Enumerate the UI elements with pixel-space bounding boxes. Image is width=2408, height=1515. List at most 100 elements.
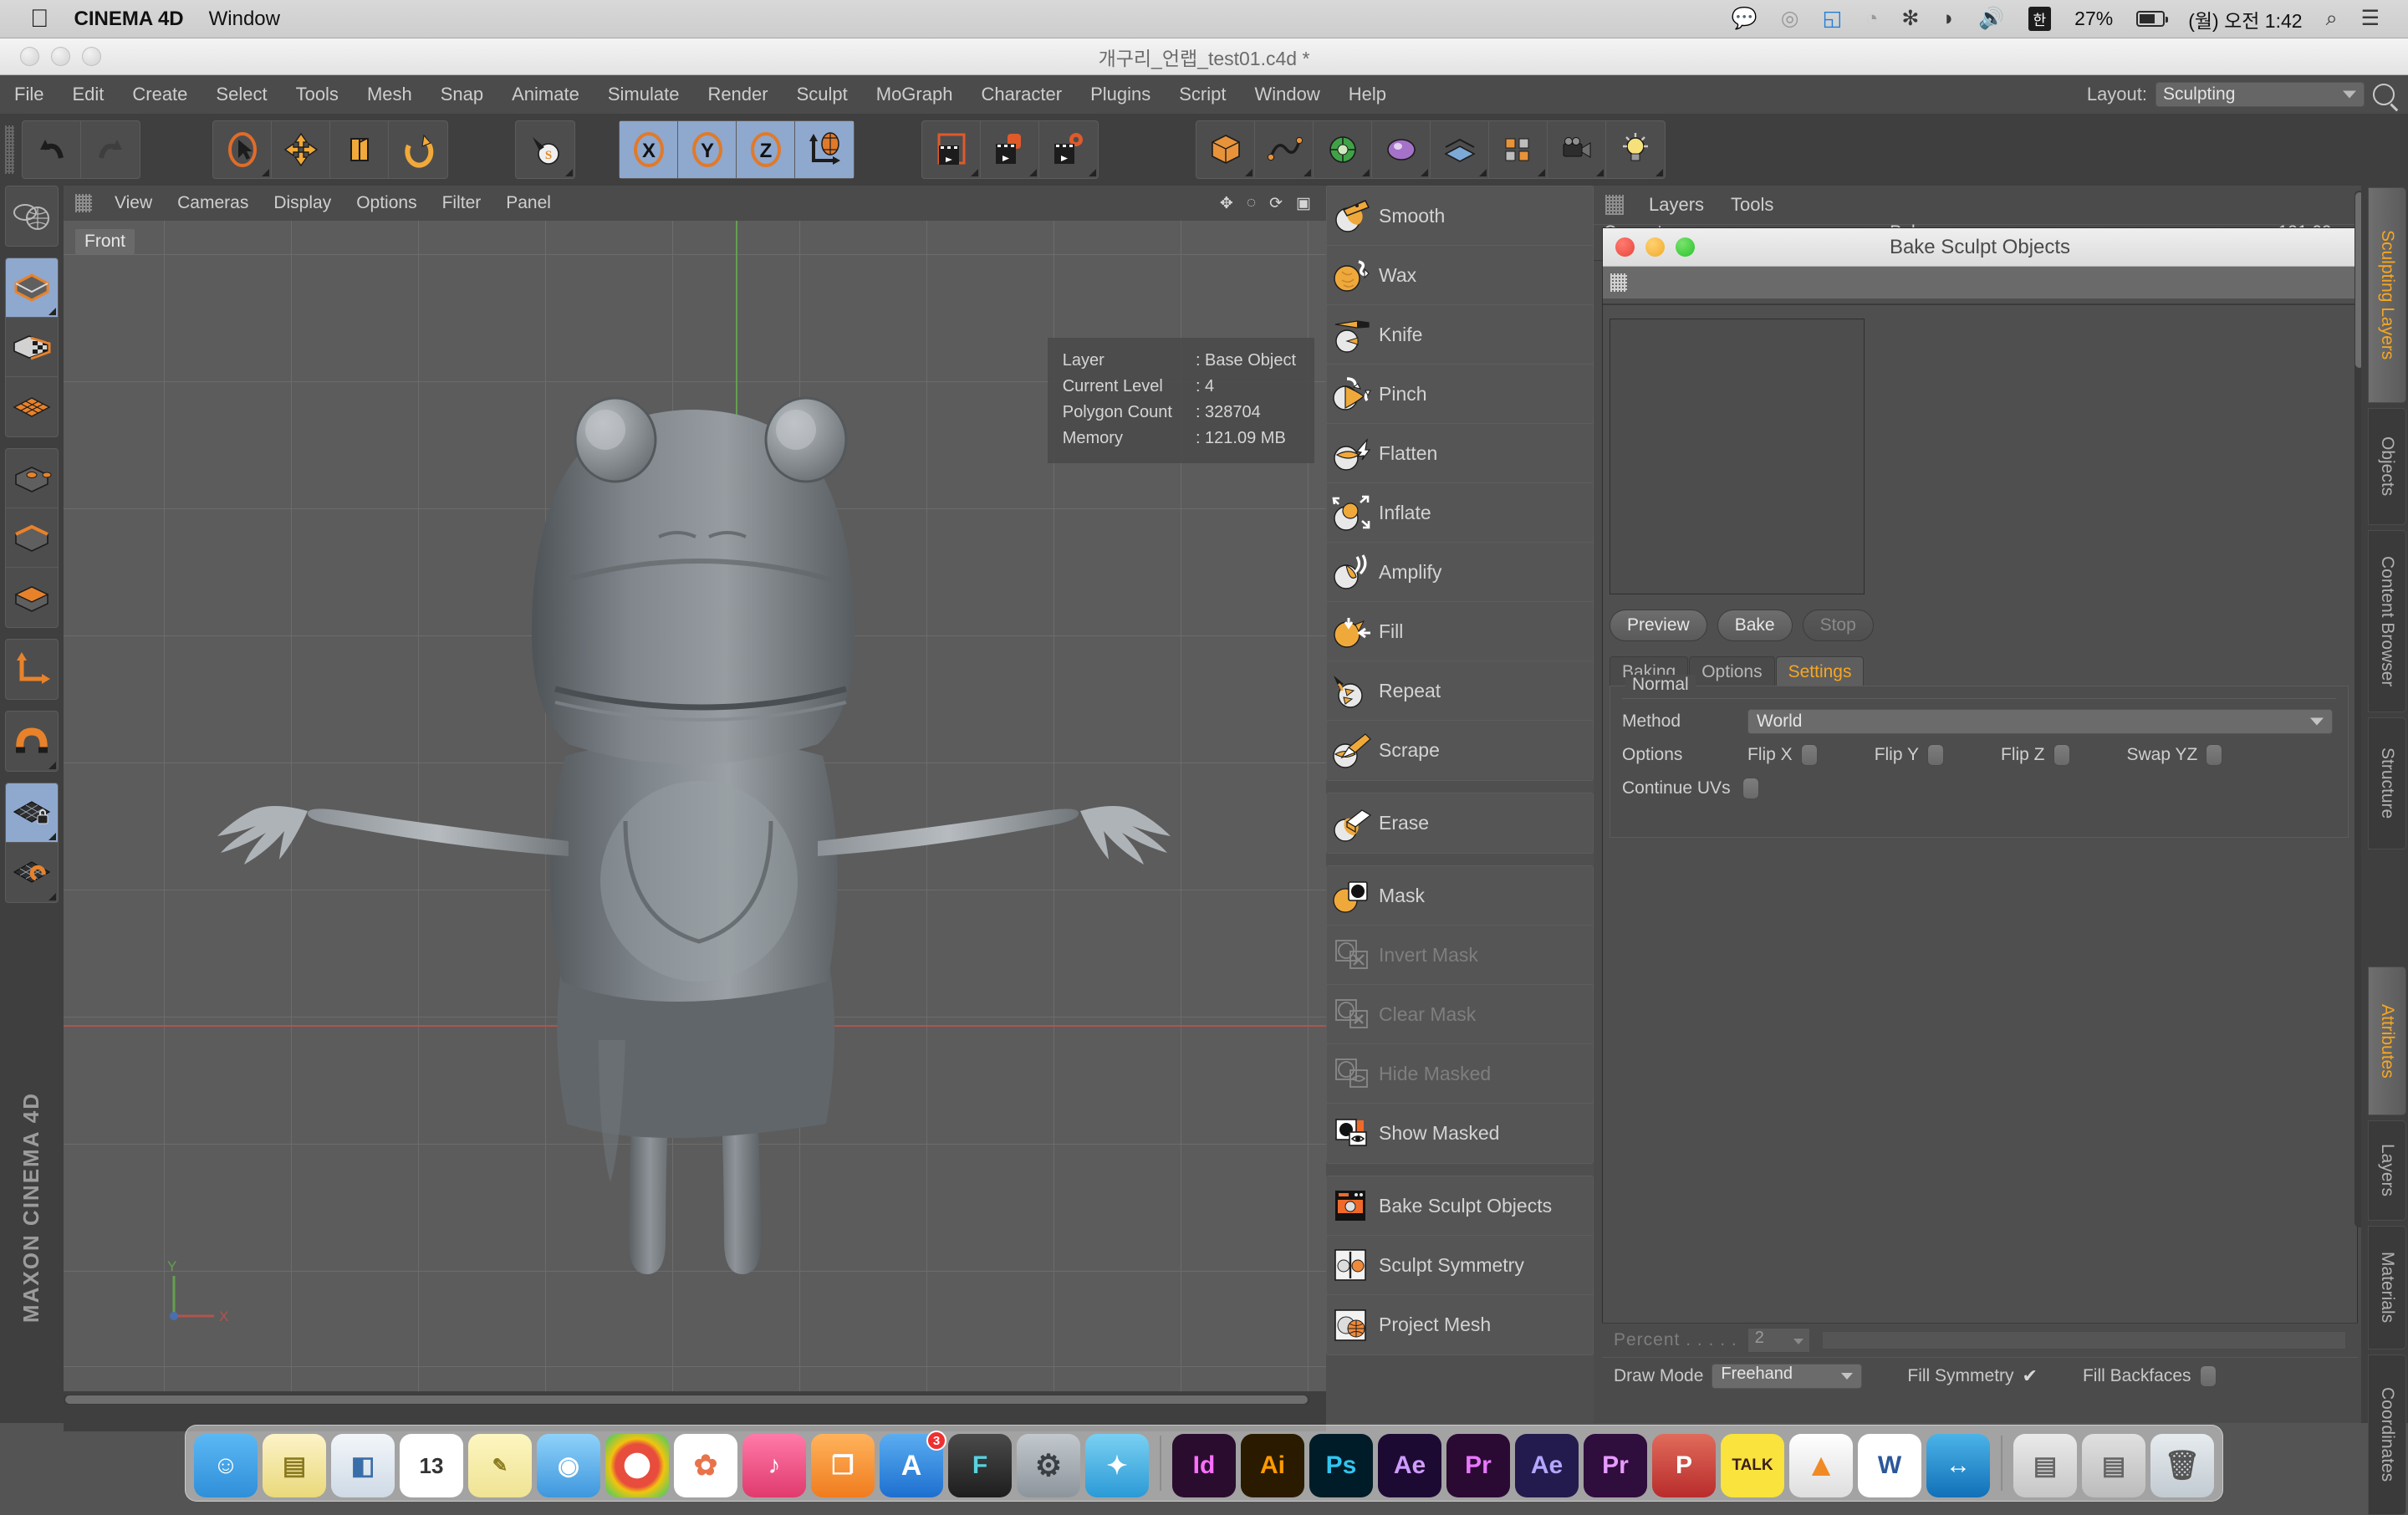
sculpt-tool-erase[interactable]: Erase — [1327, 793, 1593, 853]
viewport-menu-filter[interactable]: Filter — [430, 193, 494, 213]
dock-item-cleanmymac[interactable]: ✦ — [1085, 1434, 1149, 1497]
array-icon[interactable] — [1489, 121, 1548, 178]
sculpt-tool-sculpt-symmetry[interactable]: Sculpt Symmetry — [1327, 1236, 1593, 1295]
draw-mode-dropdown[interactable]: Freehand — [1712, 1364, 1862, 1389]
edge-tab-structure[interactable]: Structure — [2368, 717, 2406, 849]
edge-mode-icon[interactable] — [6, 508, 58, 568]
rotate-view-icon[interactable]: ⟳ — [1269, 194, 1283, 213]
dock-item-cinema4d[interactable]: P — [1652, 1434, 1716, 1497]
light-icon[interactable] — [1606, 121, 1665, 178]
dock-item-aftereffects[interactable]: Ae — [1378, 1434, 1441, 1497]
dock-item-aftereffects-cc[interactable]: Ae — [1515, 1434, 1579, 1497]
tab-options[interactable]: Options — [1689, 656, 1774, 686]
viewport-3d[interactable]: Front Layer : Base Object Current Level … — [64, 221, 1326, 1391]
undo-icon[interactable] — [23, 121, 81, 178]
toolbar-grip[interactable] — [5, 125, 14, 174]
dock-item-notes[interactable]: ▤ — [263, 1434, 326, 1497]
sculpt-tool-inflate[interactable]: Inflate — [1327, 483, 1593, 543]
sculpt-tool-pinch[interactable]: Pinch — [1327, 365, 1593, 424]
menu-tools[interactable]: Tools — [282, 75, 353, 114]
dock-item-trash[interactable]: 🗑 — [2150, 1434, 2214, 1497]
option-flip-y[interactable]: Flip Y — [1875, 744, 1944, 766]
sculpt-tool-amplify[interactable]: Amplify — [1327, 543, 1593, 602]
notification-center-icon[interactable]: ☰ — [2361, 8, 2380, 29]
option-flip-z[interactable]: Flip Z — [2001, 744, 2070, 766]
sculpt-tool-invert-mask[interactable]: Invert Mask — [1327, 926, 1593, 985]
sculpt-tool-repeat[interactable]: Repeat — [1327, 661, 1593, 721]
model-mode-icon[interactable] — [6, 258, 58, 318]
dock-item-word[interactable]: W — [1858, 1434, 1921, 1497]
axis-z-icon[interactable]: Z — [737, 121, 795, 178]
time-machine-icon[interactable]: ◔ — [1865, 8, 1878, 29]
menu-file[interactable]: File — [0, 75, 58, 114]
sculpt-tool-show-masked[interactable]: Show Masked — [1327, 1104, 1593, 1163]
move-view-icon[interactable]: ✥ — [1220, 194, 1233, 213]
live-selection-icon[interactable] — [213, 121, 272, 178]
sculpt-tool-flatten[interactable]: Flatten — [1327, 424, 1593, 483]
continue-uvs-checkbox[interactable] — [1742, 778, 1759, 799]
grip-icon[interactable] — [75, 194, 92, 212]
edge-tab-objects[interactable]: Objects — [2368, 408, 2406, 525]
dock-item-vlc[interactable]: ▲ — [1789, 1434, 1853, 1497]
menu-script[interactable]: Script — [1165, 75, 1240, 114]
menu-select[interactable]: Select — [202, 75, 281, 114]
dock-item-finder[interactable]: ☺ — [194, 1434, 258, 1497]
dock-item-premiere-cc[interactable]: Pr — [1584, 1434, 1647, 1497]
texture-mode-icon[interactable] — [6, 318, 58, 377]
dock-item-premiere[interactable]: Pr — [1446, 1434, 1510, 1497]
edge-tab-materials[interactable]: Materials — [2368, 1226, 2406, 1349]
app-name-menu[interactable]: CINEMA 4D — [74, 8, 184, 31]
dock-item-teamviewer[interactable]: ↔ — [1926, 1434, 1990, 1497]
option-flip-x[interactable]: Flip X — [1747, 744, 1818, 766]
bluetooth-icon[interactable]: ✻ — [1901, 8, 1919, 29]
viewport-menu-options[interactable]: Options — [344, 193, 429, 213]
camera-icon[interactable] — [1548, 121, 1606, 178]
creative-cloud-icon[interactable]: ◎ — [1781, 8, 1799, 29]
grip-icon[interactable] — [1605, 195, 1624, 215]
sculpt-tool-knife[interactable]: Knife — [1327, 305, 1593, 365]
sculpt-tool-mask[interactable]: Mask — [1327, 866, 1593, 926]
sculpt-tool-wax[interactable]: Wax — [1327, 246, 1593, 305]
dock-item-stickies[interactable]: ✎ — [468, 1434, 532, 1497]
layout-dropdown[interactable]: Sculpting — [2155, 82, 2365, 107]
spline-icon[interactable] — [1255, 121, 1314, 178]
menu-mesh[interactable]: Mesh — [353, 75, 426, 114]
menu-create[interactable]: Create — [118, 75, 202, 114]
maximize-view-icon[interactable]: ▣ — [1296, 194, 1311, 213]
swap-yz-checkbox[interactable] — [2206, 744, 2222, 766]
bake-dialog-titlebar[interactable]: Bake Sculpt Objects — [1603, 228, 2357, 267]
percent-field[interactable]: 2 — [1747, 1328, 1810, 1353]
move-icon[interactable] — [272, 121, 330, 178]
edge-tab-attributes[interactable]: Attributes — [2368, 967, 2406, 1115]
battery-charging-icon[interactable] — [2136, 11, 2165, 27]
polygon-mode-icon[interactable] — [6, 568, 58, 627]
render-view-icon[interactable] — [922, 121, 981, 178]
sculpt-tool-project-mesh[interactable]: Project Mesh — [1327, 1295, 1593, 1354]
viewport-menu-view[interactable]: View — [102, 193, 165, 213]
scale-icon[interactable] — [330, 121, 389, 178]
viewport-hscroll[interactable] — [64, 1395, 1309, 1405]
scene-icon[interactable] — [1431, 121, 1489, 178]
viewport-menu-panel[interactable]: Panel — [493, 193, 564, 213]
flip-z-checkbox[interactable] — [2053, 744, 2070, 766]
menu-snap[interactable]: Snap — [426, 75, 497, 114]
tab-layers[interactable]: Layers — [1635, 194, 1717, 216]
grip-icon[interactable] — [1610, 273, 1627, 292]
menu-render[interactable]: Render — [693, 75, 782, 114]
search-icon[interactable]: ⌕ — [2326, 8, 2338, 29]
fill-backfaces-checkbox[interactable] — [2200, 1365, 2217, 1387]
dock-item-calendar[interactable]: 13 — [400, 1434, 463, 1497]
input-source-indicator[interactable]: 한 — [2028, 7, 2052, 31]
wifi-icon[interactable]: ◗ — [1942, 8, 1955, 29]
uv-mesh-mode-icon[interactable] — [6, 377, 58, 436]
dock-item-photoshop[interactable]: Ps — [1309, 1434, 1373, 1497]
render-settings-icon[interactable] — [1039, 121, 1098, 178]
bake-button[interactable]: Bake — [1717, 610, 1793, 641]
method-dropdown[interactable]: World — [1747, 709, 2333, 734]
messages-icon[interactable]: 💬 — [1732, 8, 1758, 29]
option-swap-yz[interactable]: Swap YZ — [2127, 744, 2223, 766]
flip-y-checkbox[interactable] — [1927, 744, 1944, 766]
menu-window[interactable]: Window — [209, 8, 280, 31]
render-region-icon[interactable] — [981, 121, 1039, 178]
dock-item-downloads-stack[interactable]: ▤ — [2013, 1434, 2077, 1497]
